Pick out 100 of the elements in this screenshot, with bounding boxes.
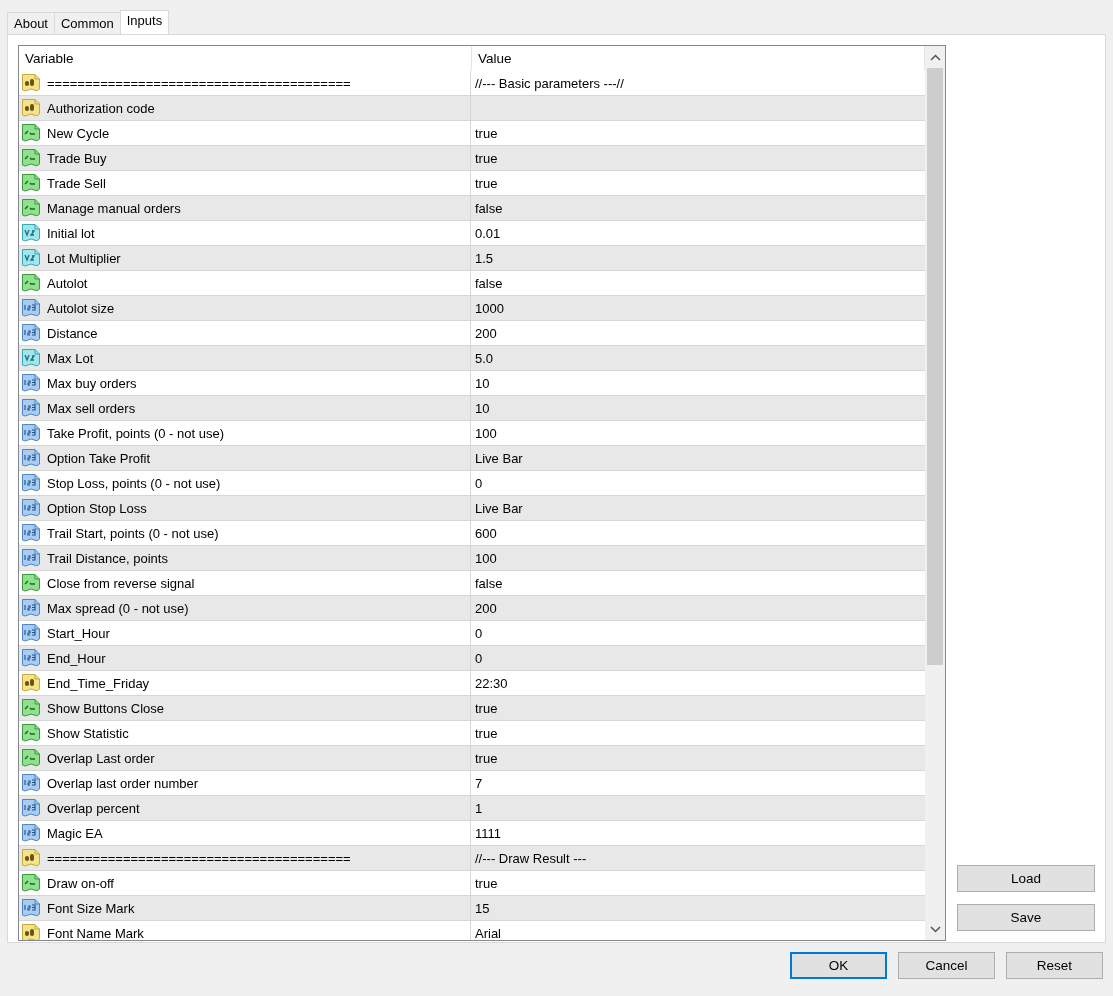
variable-value: 1 <box>475 800 483 816</box>
variable-name: Trade Buy <box>47 150 107 166</box>
variable-value: true <box>475 725 498 741</box>
variable-value: 100 <box>475 550 497 566</box>
variable-value: Live Bar <box>475 500 523 516</box>
variable-value: 1111 <box>475 825 502 841</box>
variable-name: Take Profit, points (0 - not use) <box>47 425 225 441</box>
variable-name: Show Statistic <box>47 725 129 741</box>
document-icon <box>21 73 41 93</box>
variable-value: 15 <box>475 900 490 916</box>
variable-value: true <box>475 700 498 716</box>
variable-name: Font Name Mark <box>47 925 144 940</box>
variable-value: 1000 <box>475 300 504 316</box>
variable-value: 0 <box>475 475 483 491</box>
variable-value: 5.0 <box>475 350 494 366</box>
document-icon <box>21 348 41 368</box>
variable-value: 10 <box>475 375 490 391</box>
variable-value: true <box>475 875 498 891</box>
variable-value: 200 <box>475 325 497 341</box>
variable-name: Start_Hour <box>47 625 110 641</box>
document-icon <box>21 873 41 893</box>
variable-value: true <box>475 150 498 166</box>
variable-value: false <box>475 200 503 216</box>
document-icon <box>21 698 41 718</box>
variable-name: End_Hour <box>47 650 106 666</box>
dialog-button[interactable]: Cancel <box>898 952 995 979</box>
scroll-up-icon[interactable] <box>929 53 941 61</box>
document-icon <box>21 423 41 443</box>
variable-value: 7 <box>475 775 483 791</box>
document-icon <box>21 123 41 143</box>
dialog-button[interactable]: Reset <box>1006 952 1103 979</box>
variable-name: Overlap percent <box>47 800 140 816</box>
document-icon <box>21 823 41 843</box>
document-icon <box>21 248 41 268</box>
document-icon <box>21 798 41 818</box>
variable-value: 1.5 <box>475 250 494 266</box>
document-icon <box>21 573 41 593</box>
variable-name: Manage manual orders <box>47 200 181 216</box>
variable-value: true <box>475 125 498 141</box>
variable-value: true <box>475 175 498 191</box>
document-icon <box>21 173 41 193</box>
document-icon <box>21 148 41 168</box>
document-icon <box>21 223 41 243</box>
document-icon <box>21 648 41 668</box>
variable-value: Arial <box>475 925 501 940</box>
variable-name: Autolot size <box>47 300 115 316</box>
document-icon <box>21 473 41 493</box>
document-icon <box>21 548 41 568</box>
tab[interactable]: About <box>7 12 55 34</box>
variable-name: Option Stop Loss <box>47 500 147 516</box>
variable-name: Show Buttons Close <box>47 700 165 716</box>
variable-value: 600 <box>475 525 497 541</box>
document-icon <box>21 323 41 343</box>
document-icon <box>21 598 41 618</box>
scrollbar[interactable] <box>925 46 945 940</box>
variable-value: 0.01 <box>475 225 501 241</box>
document-icon <box>21 848 41 868</box>
side-button[interactable]: Save <box>957 904 1095 931</box>
variable-name: Lot Multiplier <box>47 250 121 266</box>
variable-value: 10 <box>475 400 490 416</box>
document-icon <box>21 198 41 218</box>
scroll-down-icon[interactable] <box>929 925 941 933</box>
document-icon <box>21 898 41 918</box>
variable-name: Trail Distance, points <box>47 550 168 566</box>
variable-value: //--- Basic parameters ---// <box>475 75 624 91</box>
variable-name: Draw on-off <box>47 875 114 891</box>
document-icon <box>21 623 41 643</box>
variable-name: Stop Loss, points (0 - not use) <box>47 475 221 491</box>
document-icon <box>21 448 41 468</box>
variable-name: Magic EA <box>47 825 103 841</box>
variable-name: Overlap Last order <box>47 750 155 766</box>
tab[interactable]: Inputs <box>119 10 170 34</box>
variable-name: Max Lot <box>47 350 94 366</box>
variable-value: false <box>475 575 503 591</box>
variable-name: Max spread (0 - not use) <box>47 600 189 616</box>
variable-name: ======================================== <box>47 850 351 866</box>
document-icon <box>21 748 41 768</box>
scroll-thumb[interactable] <box>927 68 943 665</box>
variable-name: Trade Sell <box>47 175 106 191</box>
side-button[interactable]: Load <box>957 865 1095 892</box>
variable-name: Distance <box>47 325 98 341</box>
variable-name: Option Take Profit <box>47 450 151 466</box>
variable-name: Close from reverse signal <box>47 575 195 591</box>
document-icon <box>21 273 41 293</box>
variable-value: 100 <box>475 425 497 441</box>
variable-value: true <box>475 750 498 766</box>
variable-name: Max sell orders <box>47 400 136 416</box>
variable-name: Authorization code <box>47 100 155 116</box>
variable-name: Initial lot <box>47 225 95 241</box>
document-icon <box>21 773 41 793</box>
document-icon <box>21 298 41 318</box>
variable-value: Live Bar <box>475 450 523 466</box>
variable-name: ======================================== <box>47 75 351 91</box>
dialog-button[interactable]: OK <box>790 952 887 979</box>
document-icon <box>21 723 41 743</box>
variable-name: End_Time_Friday <box>47 675 150 691</box>
variable-value: 0 <box>475 625 483 641</box>
document-icon <box>21 923 41 940</box>
variable-name: Overlap last order number <box>47 775 198 791</box>
document-icon <box>21 673 41 693</box>
